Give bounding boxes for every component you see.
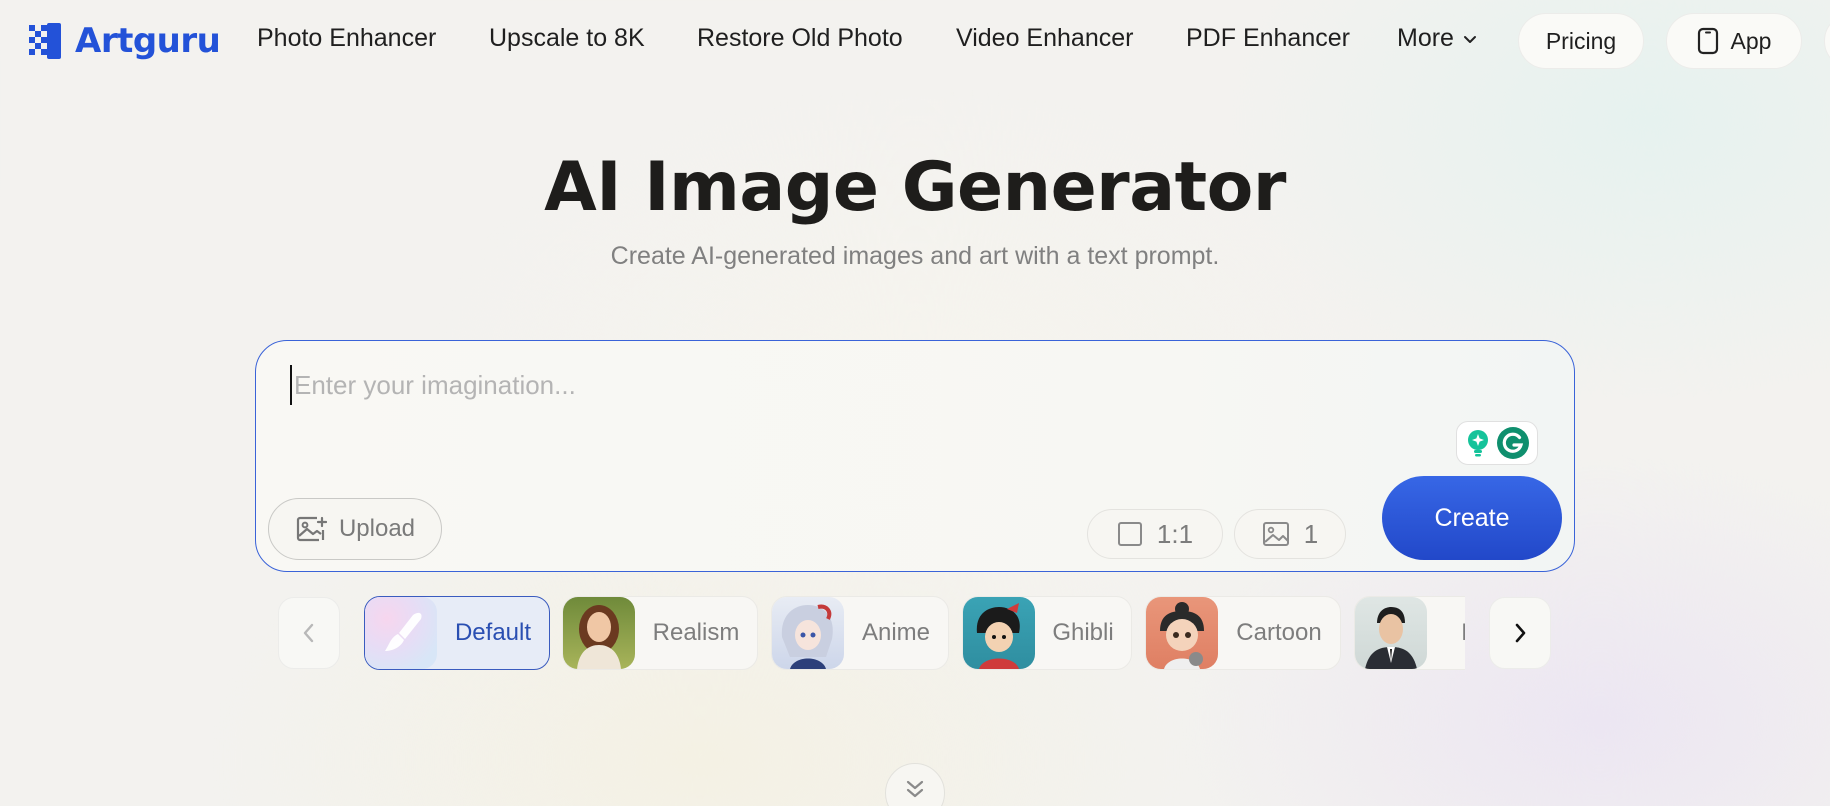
grammarly-icon xyxy=(1497,427,1529,459)
page-subtitle: Create AI-generated images and art with … xyxy=(610,242,1220,270)
style-label-default: Default xyxy=(454,619,532,646)
nav-photo-enhancer[interactable]: Photo Enhancer xyxy=(257,24,436,53)
paintbrush-icon xyxy=(385,612,422,651)
cartoon-character-image xyxy=(1160,602,1204,669)
nav-restore-old-photo[interactable]: Restore Old Photo xyxy=(697,24,903,53)
nav-upscale-8k[interactable]: Upscale to 8K xyxy=(489,24,645,53)
style-label-realism: Realism xyxy=(652,619,740,646)
top-nav: Artguru Photo Enhancer Upscale to 8K Res… xyxy=(0,0,1830,82)
style-chip-ghibli[interactable]: Ghibli xyxy=(962,596,1132,670)
id-photo-image xyxy=(1365,607,1417,669)
pricing-label: Pricing xyxy=(1545,27,1617,54)
image-count-value: 1 xyxy=(1303,518,1319,549)
brand-logo[interactable]: Artguru xyxy=(27,20,221,62)
phone-icon xyxy=(1697,27,1718,55)
brand-name: Artguru xyxy=(75,21,221,61)
style-chip-cartoon[interactable]: Cartoon xyxy=(1145,596,1341,670)
chevron-down-icon xyxy=(1463,35,1476,43)
style-thumb-ghibli xyxy=(963,597,1035,669)
style-thumb-id xyxy=(1355,597,1427,669)
style-label-cartoon: Cartoon xyxy=(1236,619,1322,646)
grammarly-widget[interactable] xyxy=(1456,421,1538,465)
create-button[interactable]: Create xyxy=(1382,476,1562,560)
style-label-anime: Anime xyxy=(861,619,931,646)
page-title: AI Image Generator xyxy=(544,148,1286,227)
upload-label: Upload xyxy=(338,515,416,542)
image-count-selector[interactable]: 1 xyxy=(1234,509,1346,559)
image-upload-icon xyxy=(296,516,327,542)
style-thumb-realism xyxy=(563,597,635,669)
scroll-down-button[interactable] xyxy=(885,763,945,806)
styles-prev-button[interactable] xyxy=(278,597,340,669)
chevron-left-icon xyxy=(303,623,314,643)
nav-more-menu[interactable]: More xyxy=(1397,24,1478,53)
style-chip-default[interactable]: Default xyxy=(364,596,550,670)
chevron-right-icon xyxy=(1515,623,1526,643)
pricing-button[interactable]: Pricing xyxy=(1518,13,1644,69)
aspect-ratio-value: 1:1 xyxy=(1156,518,1194,549)
aspect-ratio-selector[interactable]: 1:1 xyxy=(1087,509,1223,559)
style-label-ghibli: Ghibli xyxy=(1052,619,1114,646)
style-thumb-default xyxy=(365,597,437,669)
prompt-input[interactable] xyxy=(290,365,1390,405)
artguru-logo-icon xyxy=(29,23,61,59)
account-button[interactable] xyxy=(1824,13,1830,69)
ghibli-character-image xyxy=(976,603,1020,669)
style-label-id: ID xyxy=(1461,619,1465,646)
double-chevron-down-icon xyxy=(906,780,924,798)
app-label: App xyxy=(1730,27,1772,54)
style-thumb-anime xyxy=(772,597,844,669)
style-strip: Default Realism Anime Ghibli Cartoon I xyxy=(364,596,1465,670)
image-icon xyxy=(1262,522,1289,546)
square-icon xyxy=(1117,522,1142,546)
app-button[interactable]: App xyxy=(1666,13,1802,69)
style-thumb-cartoon xyxy=(1146,597,1218,669)
nav-more-label: More xyxy=(1397,24,1454,52)
upload-button[interactable]: Upload xyxy=(268,498,442,560)
prompt-box: Upload 1:1 1 Create xyxy=(255,340,1575,572)
nav-video-enhancer[interactable]: Video Enhancer xyxy=(956,24,1133,53)
style-chip-id[interactable]: ID xyxy=(1354,596,1465,670)
lightbulb-icon xyxy=(1468,430,1488,457)
portrait-woman-image xyxy=(577,605,621,669)
styles-next-button[interactable] xyxy=(1489,597,1551,669)
anime-character-image xyxy=(781,604,833,669)
nav-pdf-enhancer[interactable]: PDF Enhancer xyxy=(1186,24,1350,53)
style-chip-anime[interactable]: Anime xyxy=(771,596,949,670)
style-chip-realism[interactable]: Realism xyxy=(562,596,758,670)
